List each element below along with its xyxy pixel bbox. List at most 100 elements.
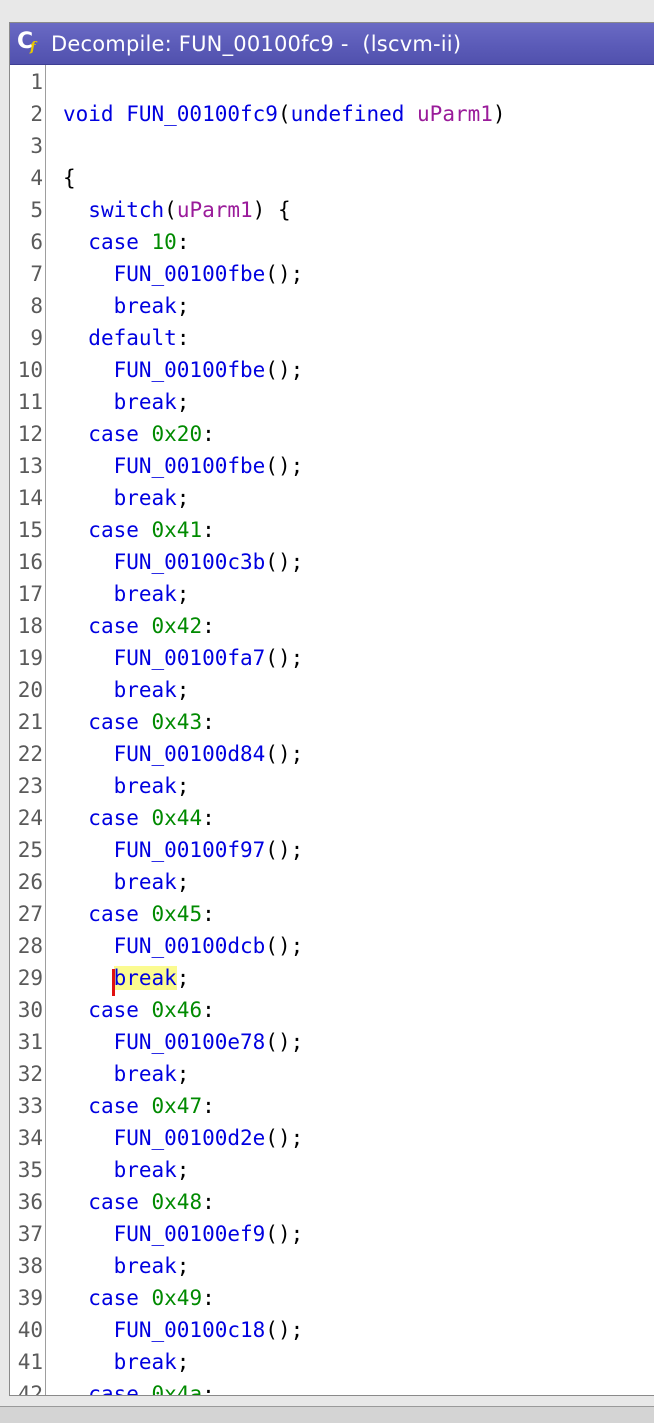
- code-line[interactable]: break;: [63, 578, 190, 610]
- punctuation-token[interactable]: [63, 934, 114, 958]
- keyword-token[interactable]: case: [88, 902, 151, 926]
- function-token[interactable]: FUN_00100f97: [114, 838, 266, 862]
- code-line[interactable]: case 0x42:: [63, 610, 215, 642]
- punctuation-token[interactable]: ();: [265, 262, 303, 286]
- punctuation-token[interactable]: [63, 422, 88, 446]
- code-line[interactable]: {: [63, 162, 76, 194]
- punctuation-token[interactable]: ;: [177, 678, 190, 702]
- number-token[interactable]: 0x4a: [152, 1382, 203, 1395]
- function-token[interactable]: FUN_00100fc9: [126, 102, 278, 126]
- punctuation-token[interactable]: [63, 230, 88, 254]
- keyword-token[interactable]: case: [88, 1190, 151, 1214]
- number-token[interactable]: 0x46: [152, 998, 203, 1022]
- punctuation-token[interactable]: :: [202, 806, 215, 830]
- number-token[interactable]: 0x45: [152, 902, 203, 926]
- keyword-token[interactable]: break: [114, 870, 177, 894]
- punctuation-token[interactable]: ();: [265, 358, 303, 382]
- punctuation-token[interactable]: [63, 486, 114, 510]
- code-line[interactable]: FUN_00100d84();: [63, 738, 304, 770]
- punctuation-token[interactable]: [63, 998, 88, 1022]
- punctuation-token[interactable]: [63, 1126, 114, 1150]
- punctuation-token[interactable]: ;: [177, 486, 190, 510]
- punctuation-token[interactable]: [63, 390, 114, 414]
- code-line[interactable]: case 0x20:: [63, 418, 214, 450]
- function-token[interactable]: FUN_00100fa7: [114, 646, 266, 670]
- punctuation-token[interactable]: ();: [265, 646, 303, 670]
- punctuation-token[interactable]: [63, 870, 114, 894]
- punctuation-token[interactable]: ;: [177, 582, 190, 606]
- punctuation-token[interactable]: [63, 1222, 114, 1246]
- code-line[interactable]: FUN_00100ef9();: [63, 1218, 304, 1250]
- code-line[interactable]: FUN_00100c3b();: [63, 546, 304, 578]
- code-line[interactable]: break;: [63, 1154, 190, 1186]
- punctuation-token[interactable]: ;: [177, 1158, 190, 1182]
- code-line[interactable]: FUN_00100e78();: [63, 1026, 304, 1058]
- keyword-token[interactable]: case: [88, 710, 151, 734]
- punctuation-token[interactable]: [63, 1062, 114, 1086]
- keyword-token[interactable]: case: [88, 230, 151, 254]
- function-token[interactable]: FUN_00100c3b: [114, 550, 266, 574]
- number-token[interactable]: 0x41: [152, 518, 203, 542]
- keyword-token[interactable]: break: [114, 294, 177, 318]
- code-line[interactable]: case 0x41:: [63, 514, 214, 546]
- punctuation-token[interactable]: [63, 1094, 88, 1118]
- punctuation-token[interactable]: [63, 582, 114, 606]
- function-token[interactable]: FUN_00100fbe: [114, 262, 266, 286]
- keyword-token[interactable]: break: [114, 774, 177, 798]
- punctuation-token[interactable]: :: [202, 710, 215, 734]
- code-line[interactable]: break;: [63, 290, 190, 322]
- function-token[interactable]: FUN_00100d84: [114, 742, 266, 766]
- code-line[interactable]: case 0x49:: [63, 1282, 214, 1314]
- punctuation-token[interactable]: :: [202, 1382, 215, 1395]
- punctuation-token[interactable]: [63, 198, 88, 222]
- number-token[interactable]: 0x44: [152, 806, 203, 830]
- punctuation-token[interactable]: ;: [177, 870, 190, 894]
- punctuation-token[interactable]: [63, 1254, 114, 1278]
- code-listing[interactable]: 1 2 3 4 5 6 7 8 9 10 11 12 13 14 15 16 17 18 19 20 21 22 23 24 2…: [10, 65, 654, 1395]
- code-line[interactable]: case 0x48:: [63, 1186, 214, 1218]
- punctuation-token[interactable]: ();: [265, 550, 303, 574]
- punctuation-token[interactable]: [63, 1286, 88, 1310]
- number-token[interactable]: 0x42: [152, 614, 203, 638]
- keyword-token[interactable]: case: [88, 998, 151, 1022]
- function-token[interactable]: FUN_00100fbe: [114, 358, 266, 382]
- keyword-token[interactable]: default: [88, 326, 177, 350]
- code-line[interactable]: case 10:: [63, 226, 189, 258]
- cursor-highlight-token[interactable]: break: [111, 966, 177, 996]
- punctuation-token[interactable]: [63, 262, 114, 286]
- number-token[interactable]: 10: [152, 230, 177, 254]
- punctuation-token[interactable]: ();: [265, 454, 303, 478]
- window-titlebar[interactable]: C f Decompile: FUN_00100fc9 - (lscvm-ii): [10, 23, 654, 65]
- code-line[interactable]: switch(uParm1) {: [63, 194, 290, 226]
- code-line[interactable]: FUN_00100d2e();: [63, 1122, 304, 1154]
- punctuation-token[interactable]: ();: [265, 1318, 303, 1342]
- punctuation-token[interactable]: :: [177, 326, 190, 350]
- number-token[interactable]: 0x20: [152, 422, 203, 446]
- punctuation-token[interactable]: ;: [177, 294, 190, 318]
- keyword-token[interactable]: case: [88, 806, 151, 830]
- code-line[interactable]: break;: [63, 1346, 190, 1378]
- punctuation-token[interactable]: ;: [177, 390, 190, 414]
- keyword-token[interactable]: case: [88, 518, 151, 542]
- punctuation-token[interactable]: [63, 1030, 114, 1054]
- keyword-token[interactable]: case: [88, 422, 151, 446]
- punctuation-token[interactable]: (: [164, 198, 177, 222]
- punctuation-token[interactable]: ();: [265, 934, 303, 958]
- punctuation-token[interactable]: :: [202, 998, 215, 1022]
- code-line[interactable]: case 0x45:: [63, 898, 214, 930]
- punctuation-token[interactable]: :: [202, 614, 215, 638]
- keyword-token[interactable]: break: [114, 486, 177, 510]
- code-line[interactable]: break;: [63, 482, 190, 514]
- keyword-token[interactable]: break: [114, 678, 177, 702]
- punctuation-token[interactable]: ;: [177, 1350, 190, 1374]
- code-line[interactable]: break;: [63, 770, 190, 802]
- keyword-token[interactable]: case: [88, 1094, 151, 1118]
- code-line[interactable]: void FUN_00100fc9(undefined uParm1): [63, 98, 506, 130]
- variable-token[interactable]: uParm1: [417, 102, 493, 126]
- punctuation-token[interactable]: ();: [265, 1126, 303, 1150]
- punctuation-token[interactable]: [63, 358, 114, 382]
- keyword-token[interactable]: case: [88, 614, 151, 638]
- punctuation-token[interactable]: [63, 774, 114, 798]
- function-token[interactable]: FUN_00100dcb: [114, 934, 266, 958]
- keyword-token[interactable]: switch: [88, 198, 164, 222]
